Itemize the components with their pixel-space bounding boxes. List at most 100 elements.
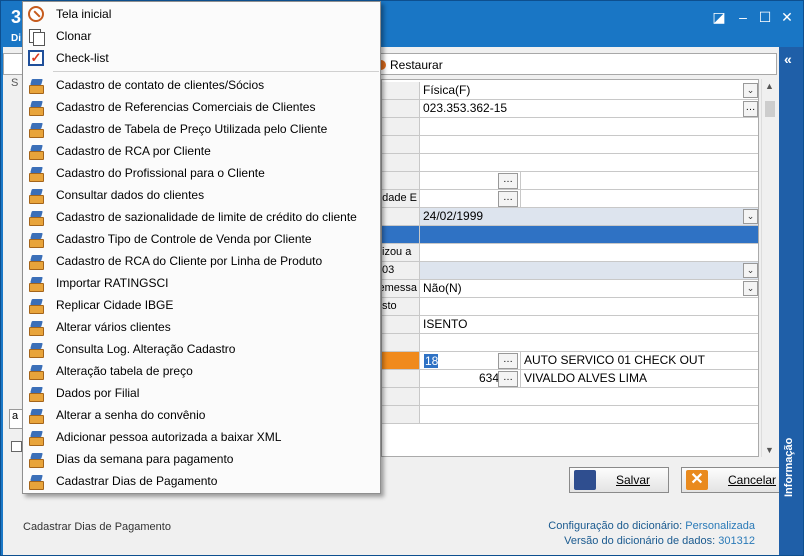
restore-button[interactable]: Restaurar bbox=[376, 57, 443, 73]
menu-item[interactable]: Consulta Log. Alteração Cadastro bbox=[23, 338, 380, 360]
grid-row-value[interactable] bbox=[422, 136, 423, 153]
user-card-icon bbox=[28, 385, 44, 402]
edit-window-icon[interactable]: ◪ bbox=[711, 9, 727, 25]
grid-row[interactable]: Física(F) ⌄ bbox=[382, 82, 758, 100]
collapse-chevron-icon[interactable]: « bbox=[784, 51, 792, 67]
menu-item[interactable]: Cadastro de contato de clientes/Sócios bbox=[23, 74, 380, 96]
grid-row-value[interactable] bbox=[422, 226, 423, 243]
menu-item-label: Consultar dados do clientes bbox=[56, 188, 205, 202]
grid-row-description: AUTO SERVICO 01 CHECK OUT bbox=[524, 353, 705, 367]
menu-item[interactable]: Cadastro Tipo de Controle de Venda por C… bbox=[23, 228, 380, 250]
grid-row-value[interactable]: 023.353.362-15 bbox=[422, 100, 507, 117]
cancel-button[interactable]: ✕ Cancelar bbox=[681, 467, 781, 493]
grid-row-value[interactable] bbox=[422, 388, 423, 405]
grid-row[interactable] bbox=[382, 406, 758, 424]
grid-row-value[interactable] bbox=[422, 262, 423, 279]
menu-item[interactable]: Replicar Cidade IBGE bbox=[23, 294, 380, 316]
lookup-button[interactable]: … bbox=[498, 353, 518, 369]
grid-row[interactable]: 24/02/1999 ⌄ bbox=[382, 208, 758, 226]
menu-item[interactable]: Alterar vários clientes bbox=[23, 316, 380, 338]
grid-row-label bbox=[382, 352, 420, 369]
chevron-down-icon[interactable]: ⌄ bbox=[743, 83, 758, 98]
user-card-icon bbox=[28, 121, 44, 138]
save-button[interactable]: Salvar bbox=[569, 467, 669, 493]
grid-row-label bbox=[382, 370, 420, 387]
grid-row[interactable]: 18 … AUTO SERVICO 01 CHECK OUT bbox=[382, 352, 758, 370]
vertical-scrollbar[interactable]: ▲ ▼ bbox=[761, 79, 777, 457]
menu-item[interactable]: Dados por Filial bbox=[23, 382, 380, 404]
grid-row-value[interactable]: ISENTO bbox=[422, 316, 467, 333]
grid-row[interactable] bbox=[382, 136, 758, 154]
minimize-button[interactable]: – bbox=[735, 9, 751, 25]
grid-row[interactable]: 023.353.362-15 … bbox=[382, 100, 758, 118]
menu-item[interactable]: Adicionar pessoa autorizada a baixar XML bbox=[23, 426, 380, 448]
grid-row[interactable] bbox=[382, 226, 758, 244]
menu-item[interactable]: Alterar a senha do convênio bbox=[23, 404, 380, 426]
lookup-button[interactable]: … bbox=[498, 173, 518, 189]
lookup-button[interactable]: … bbox=[498, 191, 518, 207]
left-field-fragment[interactable]: a bbox=[9, 409, 23, 429]
grid-row-value[interactable] bbox=[422, 298, 423, 315]
grid-row[interactable] bbox=[382, 118, 758, 136]
grid-row-value[interactable] bbox=[422, 244, 423, 261]
scroll-thumb[interactable] bbox=[765, 101, 775, 117]
grid-row[interactable]: 03 ⌄ bbox=[382, 262, 758, 280]
grid-row-value[interactable]: Física(F) bbox=[422, 82, 470, 99]
menu-item[interactable]: Consultar dados do clientes bbox=[23, 184, 380, 206]
grid-row-value[interactable] bbox=[422, 154, 423, 171]
grid-row-label: izou a bbox=[382, 244, 420, 261]
menu-item[interactable]: Cadastrar Dias de Pagamento bbox=[23, 470, 380, 492]
menu-item-label: Dados por Filial bbox=[56, 386, 140, 400]
menu-item[interactable]: Alteração tabela de preço bbox=[23, 360, 380, 382]
grid-row-value[interactable] bbox=[422, 190, 423, 207]
grid-row-value[interactable]: Não(N) bbox=[422, 280, 462, 297]
scroll-up-icon[interactable]: ▲ bbox=[765, 81, 774, 91]
lookup-button[interactable]: … bbox=[498, 371, 518, 387]
menu-item[interactable]: Cadastro de RCA por Cliente bbox=[23, 140, 380, 162]
ellipsis-button[interactable]: … bbox=[743, 101, 758, 117]
chevron-down-icon[interactable]: ⌄ bbox=[743, 263, 758, 278]
grid-row-value[interactable]: 24/02/1999 bbox=[422, 208, 483, 225]
grid-row-label bbox=[382, 388, 420, 405]
grid-row-label bbox=[382, 172, 420, 189]
menu-item-check-list[interactable]: ✓ Check-list bbox=[23, 47, 380, 69]
menu-item[interactable]: Cadastro de RCA do Cliente por Linha de … bbox=[23, 250, 380, 272]
info-side-panel[interactable]: « Informação bbox=[779, 47, 803, 555]
maximize-button[interactable]: ☐ bbox=[757, 9, 773, 25]
grid-row[interactable]: idade E… bbox=[382, 190, 758, 208]
menu-item-label: Cadastro do Profissional para o Cliente bbox=[56, 166, 265, 180]
grid-row[interactable]: … bbox=[382, 172, 758, 190]
user-card-icon bbox=[28, 429, 44, 446]
grid-row-value[interactable] bbox=[422, 118, 423, 135]
grid-row-value[interactable] bbox=[422, 172, 423, 189]
chevron-down-icon[interactable]: ⌄ bbox=[743, 209, 758, 224]
grid-row[interactable]: 634… VIVALDO ALVES LIMA bbox=[382, 370, 758, 388]
menu-item-label: Replicar Cidade IBGE bbox=[56, 298, 174, 312]
grid-row-value[interactable]: 18 bbox=[424, 354, 439, 368]
menu-item[interactable]: Dias da semana para pagamento bbox=[23, 448, 380, 470]
grid-row[interactable] bbox=[382, 334, 758, 352]
grid-row[interactable]: izou a bbox=[382, 244, 758, 262]
menu-item[interactable]: Cadastro de Referencias Comerciais de Cl… bbox=[23, 96, 380, 118]
menu-item[interactable]: Cadastro de sazionalidade de limite de c… bbox=[23, 206, 380, 228]
grid-row[interactable] bbox=[382, 154, 758, 172]
left-checkbox[interactable] bbox=[11, 441, 22, 452]
grid-row[interactable]: ISENTO bbox=[382, 316, 758, 334]
scroll-down-icon[interactable]: ▼ bbox=[765, 445, 774, 455]
grid-row[interactable]: emessa Não(N) ⌄ bbox=[382, 280, 758, 298]
grid-row-value[interactable]: 634 bbox=[478, 370, 499, 387]
cell-divider bbox=[520, 172, 521, 189]
menu-item-tela-inicial[interactable]: Tela inicial bbox=[23, 3, 380, 25]
menu-item[interactable]: Cadastro do Profissional para o Cliente bbox=[23, 162, 380, 184]
grid-row[interactable] bbox=[382, 388, 758, 406]
menu-item-clonar[interactable]: Clonar bbox=[23, 25, 380, 47]
chevron-down-icon[interactable]: ⌄ bbox=[743, 281, 758, 296]
menu-item[interactable]: Cadastro de Tabela de Preço Utilizada pe… bbox=[23, 118, 380, 140]
close-button[interactable]: ✕ bbox=[779, 9, 795, 25]
menu-item-label: Cadastro de sazionalidade de limite de c… bbox=[56, 210, 357, 224]
menu-item[interactable]: Importar RATINGSCI bbox=[23, 272, 380, 294]
grid-row-value[interactable] bbox=[422, 406, 423, 423]
grid-row-value[interactable] bbox=[422, 334, 423, 351]
grid-row[interactable]: sto bbox=[382, 298, 758, 316]
grid-row-label bbox=[382, 334, 420, 351]
